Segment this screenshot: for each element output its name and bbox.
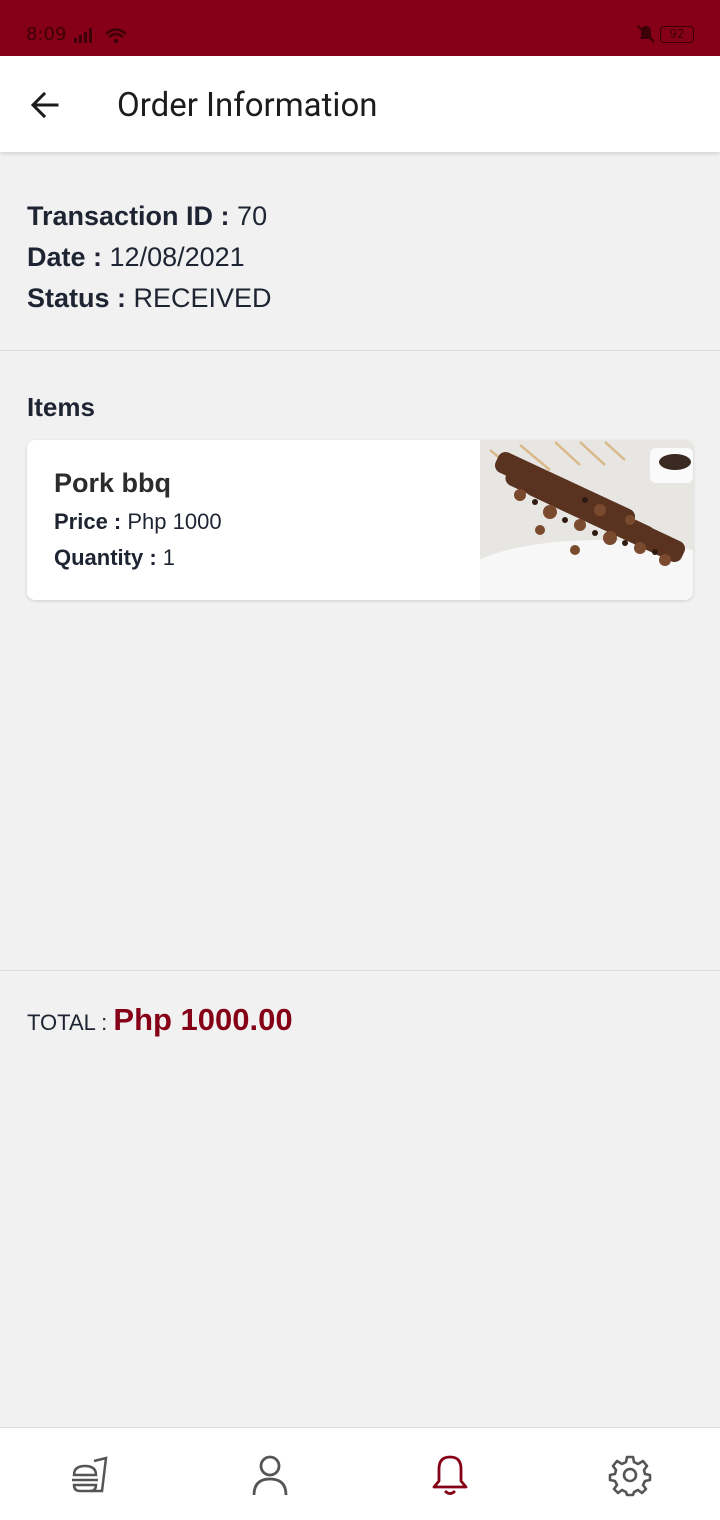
bottom-nav [0, 1427, 720, 1520]
transaction-label: Transaction ID : [27, 201, 238, 231]
divider [0, 970, 720, 971]
nav-item-profile[interactable] [247, 1452, 293, 1498]
profile-icon [252, 1455, 288, 1496]
nav-item-food[interactable] [67, 1452, 113, 1498]
nav-item-notifications[interactable] [427, 1452, 473, 1498]
total-amount: Php 1000.00 [113, 1002, 293, 1037]
item-quantity: 1 [162, 545, 176, 570]
items-heading: Items [27, 392, 95, 422]
divider [0, 350, 720, 351]
status-row: Status : RECEIVED [27, 278, 272, 319]
signal-wifi-icon [72, 24, 128, 51]
transaction-id: 70 [237, 201, 268, 231]
battery-indicator: 92 [660, 26, 694, 43]
nav-item-settings[interactable] [607, 1452, 653, 1498]
item-quantity-row: Quantity : 1 [54, 545, 175, 571]
order-status: RECEIVED [133, 283, 272, 313]
arrow-left-icon [30, 91, 59, 119]
price-label: Price : [54, 509, 128, 534]
order-info: Transaction ID : 70 Date : 12/08/2021 St… [27, 196, 272, 319]
transaction-row: Transaction ID : 70 [27, 196, 272, 237]
food-icon [72, 1456, 108, 1493]
gear-icon [608, 1455, 652, 1497]
mute-icon [636, 24, 656, 49]
bell-icon [432, 1455, 468, 1495]
item-image [480, 440, 693, 600]
status-label: Status : [27, 283, 134, 313]
total-row: TOTAL : Php 1000.00 [27, 1002, 293, 1038]
quantity-label: Quantity : [54, 545, 163, 570]
status-bar: 8:09 92 [0, 0, 720, 56]
item-price: Php 1000 [127, 509, 222, 534]
item-price-row: Price : Php 1000 [54, 509, 222, 535]
item-card[interactable]: Pork bbq Price : Php 1000 Quantity : 1 [27, 440, 693, 600]
item-name: Pork bbq [54, 468, 172, 498]
page-title: Order Information [117, 86, 378, 125]
date-label: Date : [27, 242, 110, 272]
date-row: Date : 12/08/2021 [27, 237, 272, 278]
status-time: 8:09 [26, 24, 67, 45]
back-button[interactable] [22, 82, 68, 128]
total-label: TOTAL : [27, 1010, 114, 1035]
app-bar: Order Information [0, 56, 720, 152]
order-date: 12/08/2021 [109, 242, 245, 272]
